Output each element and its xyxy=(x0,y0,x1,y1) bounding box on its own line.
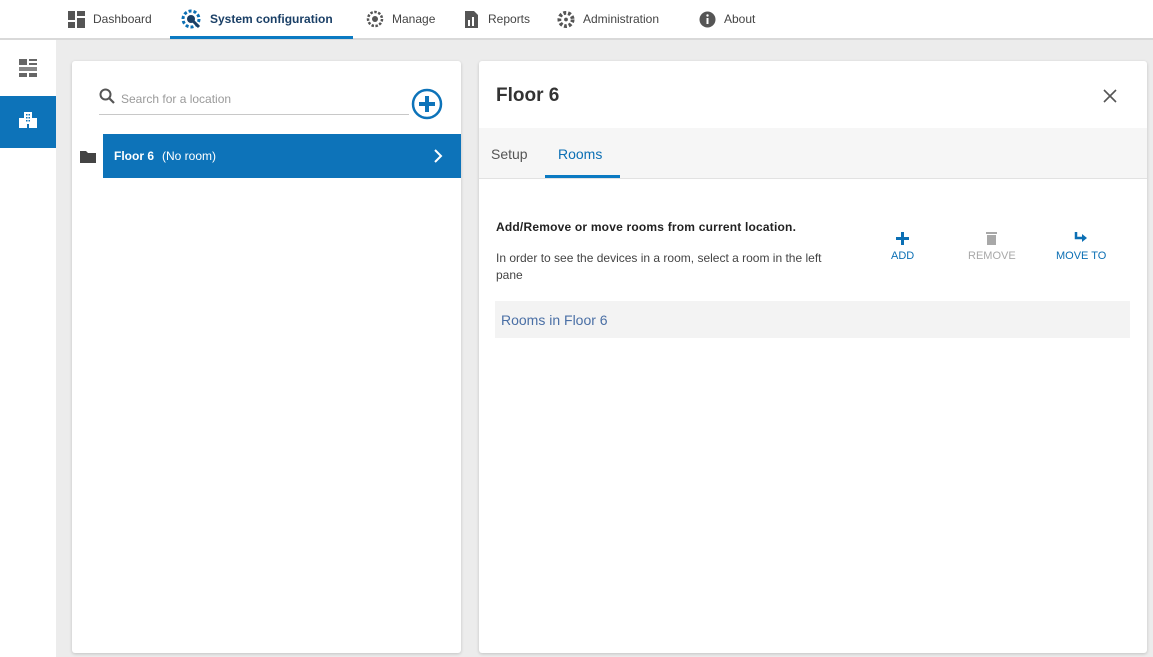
search-input[interactable] xyxy=(121,91,391,106)
top-navigation: Dashboard System configuration Manage Re… xyxy=(0,0,1153,40)
move-room-button[interactable]: MOVE TO xyxy=(1056,229,1106,262)
nav-label: Administration xyxy=(583,12,660,26)
nav-active-indicator xyxy=(170,36,353,39)
detail-title: Floor 6 xyxy=(496,85,560,106)
nav-label: Manage xyxy=(392,12,436,26)
action-label: ADD xyxy=(891,250,915,262)
admin-gear-icon xyxy=(557,10,575,28)
nav-administration[interactable]: Administration xyxy=(557,0,659,38)
reports-icon xyxy=(462,10,480,28)
location-detail-panel: Floor 6 Setup Rooms Add/Remove or move r… xyxy=(479,61,1147,653)
location-tree-panel: Floor 6 (No room) xyxy=(72,61,461,653)
folder-icon xyxy=(72,134,103,178)
action-label: MOVE TO xyxy=(1056,250,1107,262)
chevron-right-icon[interactable] xyxy=(433,149,443,163)
search-icon xyxy=(99,88,115,109)
add-room-button[interactable]: ADD xyxy=(891,229,914,262)
move-arrow-icon xyxy=(1074,229,1088,247)
rooms-list-header: Rooms in Floor 6 xyxy=(495,301,1130,338)
info-icon xyxy=(698,10,716,28)
tab-label: Setup xyxy=(491,145,528,162)
system-config-icon xyxy=(180,8,202,30)
nav-label: Dashboard xyxy=(93,12,152,26)
rooms-description-text: In order to see the devices in a room, s… xyxy=(496,251,822,282)
rail-devices-button[interactable] xyxy=(0,44,56,96)
tab-active-indicator xyxy=(545,175,620,178)
devices-icon xyxy=(18,58,38,83)
nav-about[interactable]: About xyxy=(698,0,755,38)
nav-dashboard[interactable]: Dashboard xyxy=(67,0,152,38)
nav-label: Reports xyxy=(488,12,531,26)
tree-item-selected[interactable]: Floor 6 (No room) xyxy=(103,134,461,178)
action-label: REMOVE xyxy=(968,250,1016,262)
building-icon xyxy=(18,110,38,135)
plus-icon xyxy=(896,229,910,247)
trash-icon xyxy=(986,229,998,247)
close-icon xyxy=(1103,88,1117,108)
dashboard-icon xyxy=(67,10,85,28)
manage-gear-icon xyxy=(366,10,384,28)
detail-tabs: Setup Rooms xyxy=(479,128,1147,179)
close-button[interactable] xyxy=(1100,88,1120,108)
tree-item-name: Floor 6 xyxy=(114,149,155,163)
rooms-description-title: Add/Remove or move rooms from current lo… xyxy=(496,220,797,234)
tab-setup[interactable]: Setup xyxy=(491,128,528,179)
nav-system-configuration[interactable]: System configuration xyxy=(180,0,333,38)
remove-room-button[interactable]: REMOVE xyxy=(968,229,1016,262)
nav-manage[interactable]: Manage xyxy=(366,0,435,38)
tree-item-note: (No room) xyxy=(162,149,217,163)
add-location-button[interactable] xyxy=(410,88,444,125)
rooms-header-label: Rooms in Floor 6 xyxy=(501,311,608,328)
tree-item-floor-6[interactable]: Floor 6 (No room) xyxy=(72,134,461,178)
rail-locations-button[interactable] xyxy=(0,96,56,148)
tab-label: Rooms xyxy=(558,145,603,162)
side-rail xyxy=(0,40,56,657)
tab-rooms[interactable]: Rooms xyxy=(558,128,602,179)
nav-reports[interactable]: Reports xyxy=(462,0,530,38)
add-circle-icon xyxy=(411,88,443,125)
nav-label: About xyxy=(724,12,756,26)
location-search xyxy=(99,83,409,115)
nav-label: System configuration xyxy=(210,12,333,26)
